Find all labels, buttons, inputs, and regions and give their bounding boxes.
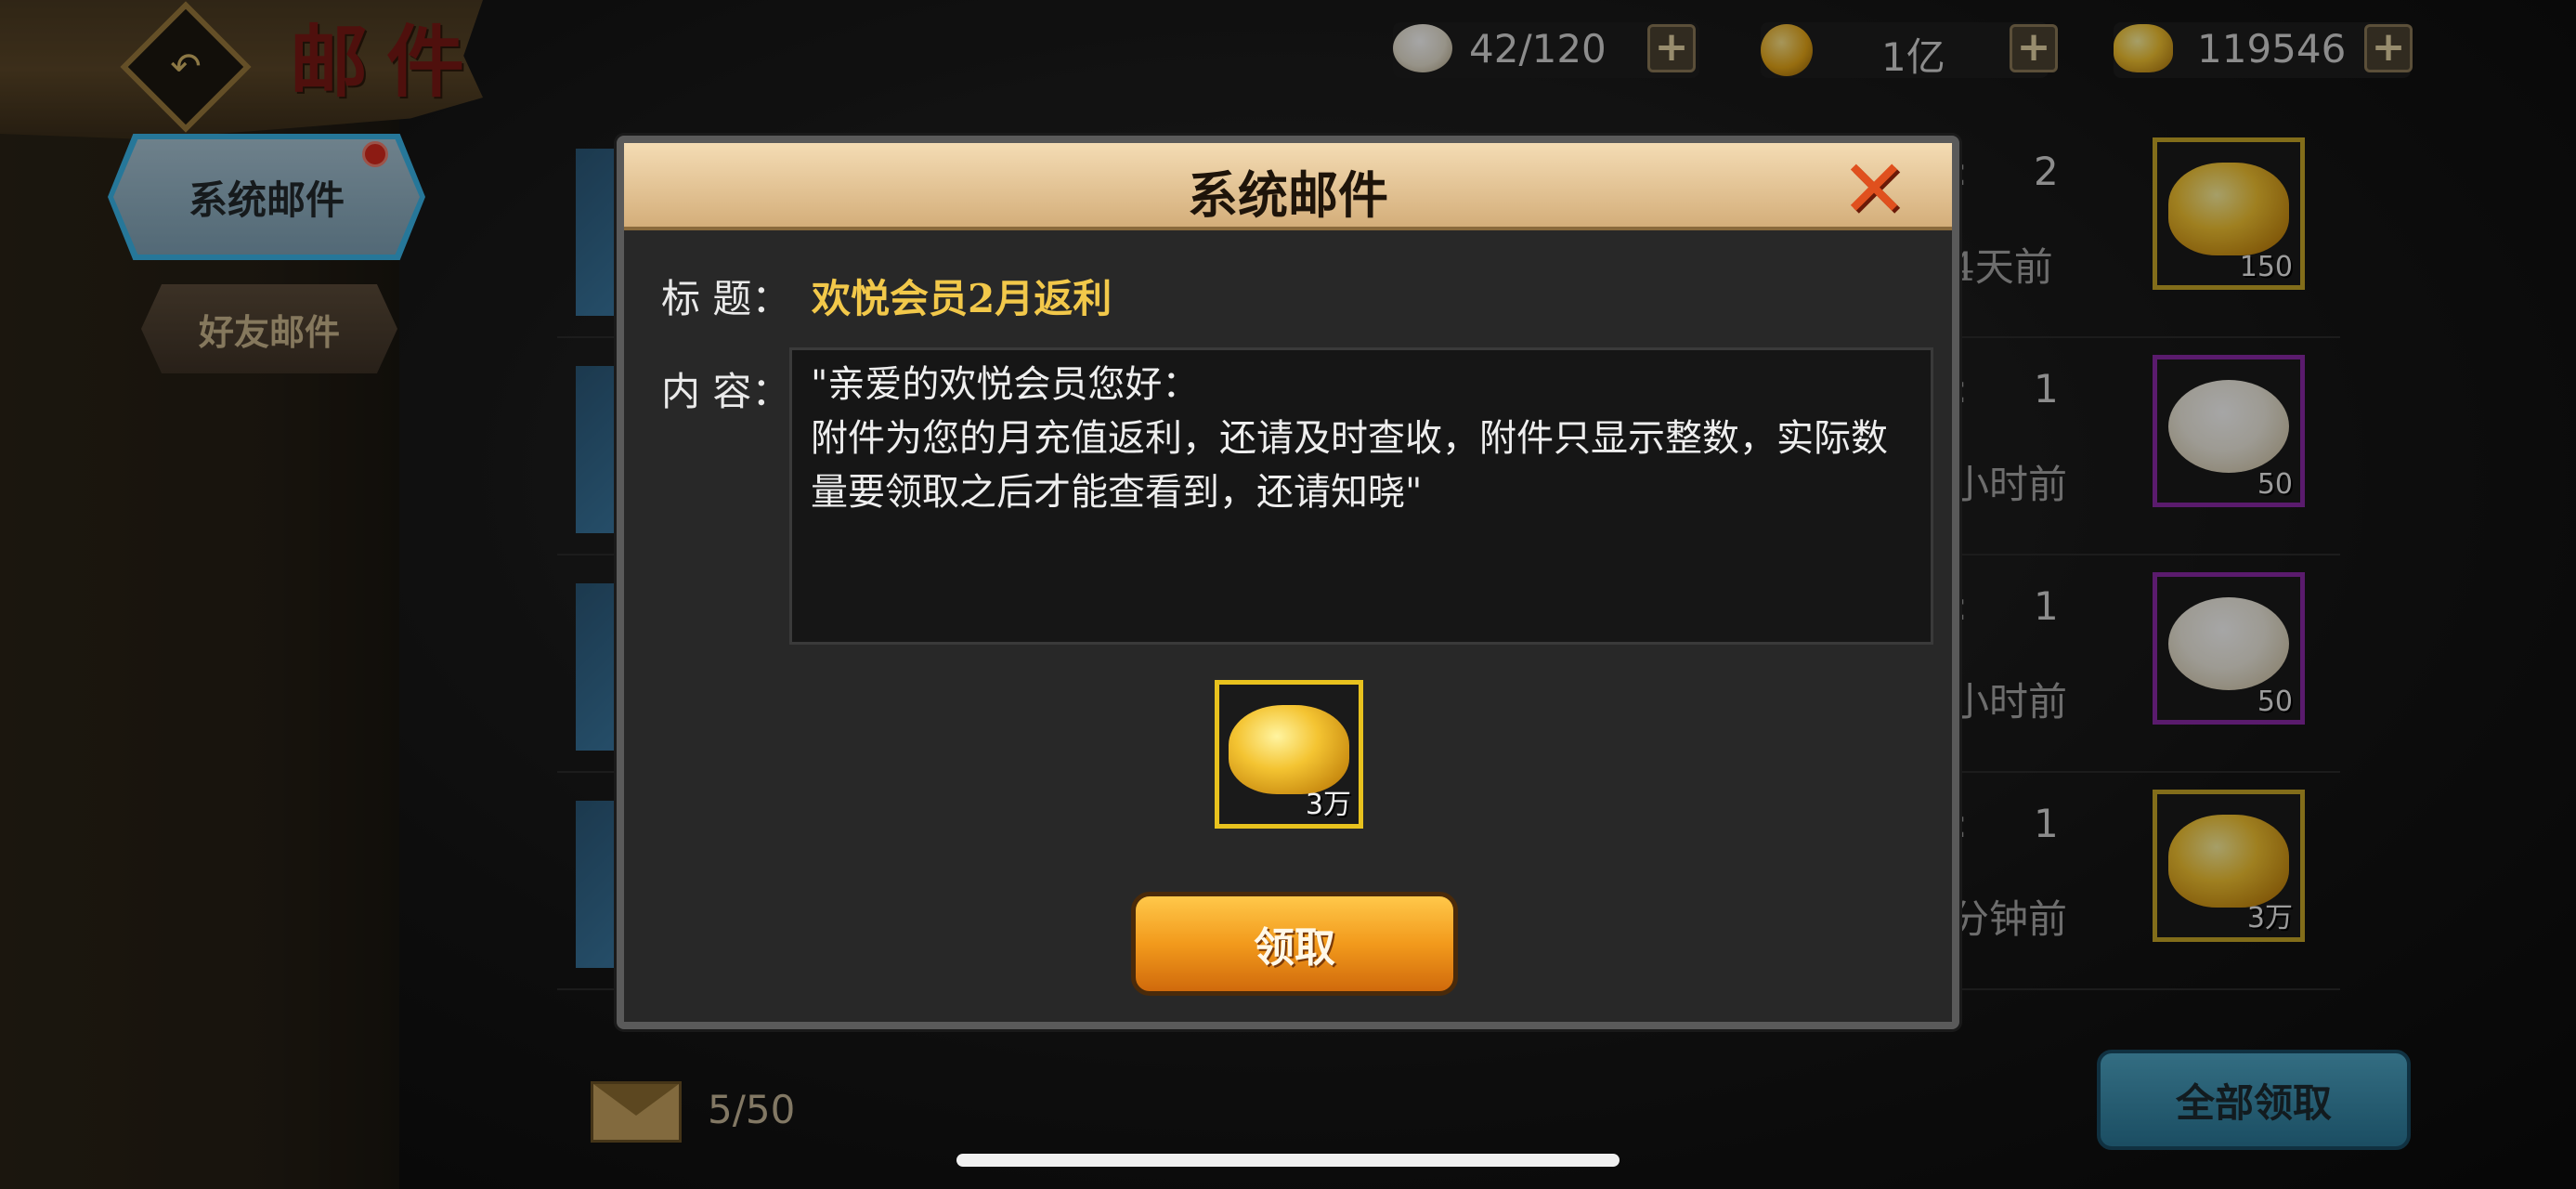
mail-content-label: 内 容：: [661, 369, 791, 414]
reward-item-slot[interactable]: 3万: [1215, 680, 1363, 829]
close-button[interactable]: ✕: [1837, 143, 1911, 236]
dialog-header: 系统邮件 ✕: [624, 143, 1952, 236]
close-icon: ✕: [1840, 143, 1908, 236]
mail-title-label: 标 题：: [661, 276, 791, 321]
mail-title: 欢悦会员2月返利: [812, 276, 1112, 321]
home-indicator[interactable]: [956, 1154, 1620, 1167]
mail-content-box[interactable]: "亲爱的欢悦会员您好： 附件为您的月充值返利，还请及时查收，附件只显示整数，实际…: [789, 347, 1933, 645]
mail-content-text: "亲爱的欢悦会员您好： 附件为您的月充值返利，还请及时查收，附件只显示整数，实际…: [811, 363, 1888, 514]
reward-amount: 3万: [1305, 789, 1351, 821]
claim-button[interactable]: 领取: [1131, 892, 1458, 996]
mail-detail-dialog: 系统邮件 ✕ 标 题： 欢悦会员2月返利 内 容： "亲爱的欢悦会员您好： 附件…: [617, 136, 1959, 1029]
dialog-title: 系统邮件: [1188, 165, 1388, 225]
game-screen: : 2 4天前 150 : 1 小时前 50 : 1 小时前 50: 1 分钟…: [0, 0, 2576, 1189]
